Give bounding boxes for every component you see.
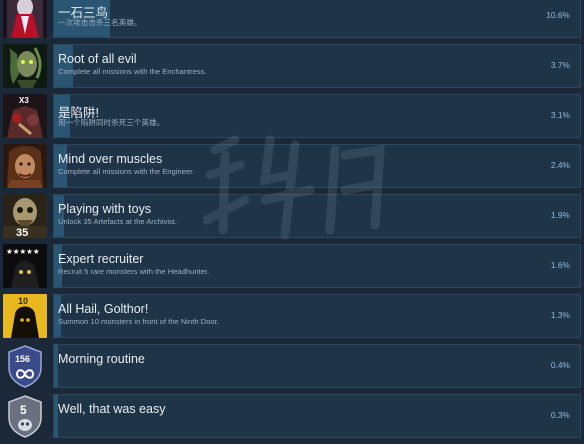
achievement-progress-bar: 一石三鸟 一次攻击击杀三名英雄。 10.6% [53, 0, 581, 38]
achievement-percent: 3.1% [550, 110, 570, 120]
skull-shield-badge: 5 [20, 403, 27, 417]
archivist-icon: 35 [3, 194, 47, 238]
achievement-row[interactable]: Root of all evil Complete all missions w… [0, 44, 584, 94]
achievement-percent: 3.7% [550, 60, 570, 70]
achievement-title: Expert recruiter [58, 252, 144, 266]
achievement-title: Root of all evil [58, 52, 137, 66]
achievement-progress-bar: Root of all evil Complete all missions w… [53, 44, 581, 88]
achievement-title: Playing with toys [58, 202, 152, 216]
achievement-row[interactable]: 5 Well, that was easy 0.3% [0, 394, 584, 444]
engineer-icon [3, 144, 47, 188]
achievement-title: Morning routine [58, 352, 145, 366]
golthor-icon: 10 [3, 294, 47, 338]
achievement-description: Recruit 5 rare monsters with the Headhun… [58, 267, 210, 276]
achievement-row[interactable]: ★★★★★ Expert recruiter Recruit 5 rare mo… [0, 244, 584, 294]
achievement-description: Complete all missions with the Engineer. [58, 167, 195, 176]
achievement-row[interactable]: 10 All Hail, Golthor! Summon 10 monsters… [0, 294, 584, 344]
achievement-percent: 1.6% [550, 260, 570, 270]
achievement-progress-bar: Well, that was easy 0.3% [53, 394, 581, 438]
achievement-row[interactable]: 156 Morning routine 0.4% [0, 344, 584, 394]
achievement-title: Well, that was easy [58, 402, 166, 416]
trap-icon: X3 [3, 94, 47, 138]
achievement-description: Summon 10 monsters in front of the Ninth… [58, 317, 219, 326]
enchantress-icon [3, 44, 47, 88]
golthor-icon-badge: 10 [18, 296, 28, 306]
achievement-progress-bar: Morning routine 0.4% [53, 344, 581, 388]
achievement-description: 一次攻击击杀三名英雄。 [58, 18, 142, 27]
archivist-icon-badge: 35 [16, 227, 28, 238]
achievement-row[interactable]: X3 是陷阱! 用一个陷阱同时杀死三个英雄。 3.1% [0, 94, 584, 144]
infinity-shield-icon: 156 [3, 344, 47, 388]
achievement-progress-bar: Expert recruiter Recruit 5 rare monsters… [53, 244, 581, 288]
achievement-title: Mind over muscles [58, 152, 163, 166]
achievement-row[interactable]: 35 Playing with toys Unlock 35 Artefacts… [0, 194, 584, 244]
headhunter-icon-stars: ★★★★★ [6, 247, 40, 256]
achievement-percent: 1.3% [550, 310, 570, 320]
achievement-description: 用一个陷阱同时杀死三个英雄。 [58, 118, 165, 127]
achievement-row[interactable]: 一石三鸟 一次攻击击杀三名英雄。 10.6% [0, 0, 584, 44]
achievement-percent: 10.6% [546, 10, 570, 20]
achievement-progress-bar: All Hail, Golthor! Summon 10 monsters in… [53, 294, 581, 338]
achievement-description: Complete all missions with the Enchantre… [58, 67, 207, 76]
headhunter-icon: ★★★★★ [3, 244, 47, 288]
achievement-percent: 0.3% [550, 410, 570, 420]
achievement-progress-bar: Mind over muscles Complete all missions … [53, 144, 581, 188]
infinity-shield-badge: 156 [15, 354, 30, 364]
sorceress-icon [3, 0, 47, 38]
achievement-row[interactable]: Mind over muscles Complete all missions … [0, 144, 584, 194]
skull-shield-icon: 5 [3, 394, 47, 438]
achievement-progress-bar: 是陷阱! 用一个陷阱同时杀死三个英雄。 3.1% [53, 94, 581, 138]
achievement-progress-bar: Playing with toys Unlock 35 Artefacts at… [53, 194, 581, 238]
achievement-percent: 2.4% [550, 160, 570, 170]
achievement-description: Unlock 35 Artefacts at the Archivist. [58, 217, 178, 226]
achievement-percent: 1.9% [550, 210, 570, 220]
achievement-percent: 0.4% [550, 360, 570, 370]
trap-icon-badge: X3 [19, 96, 29, 105]
achievement-title: All Hail, Golthor! [58, 302, 149, 316]
